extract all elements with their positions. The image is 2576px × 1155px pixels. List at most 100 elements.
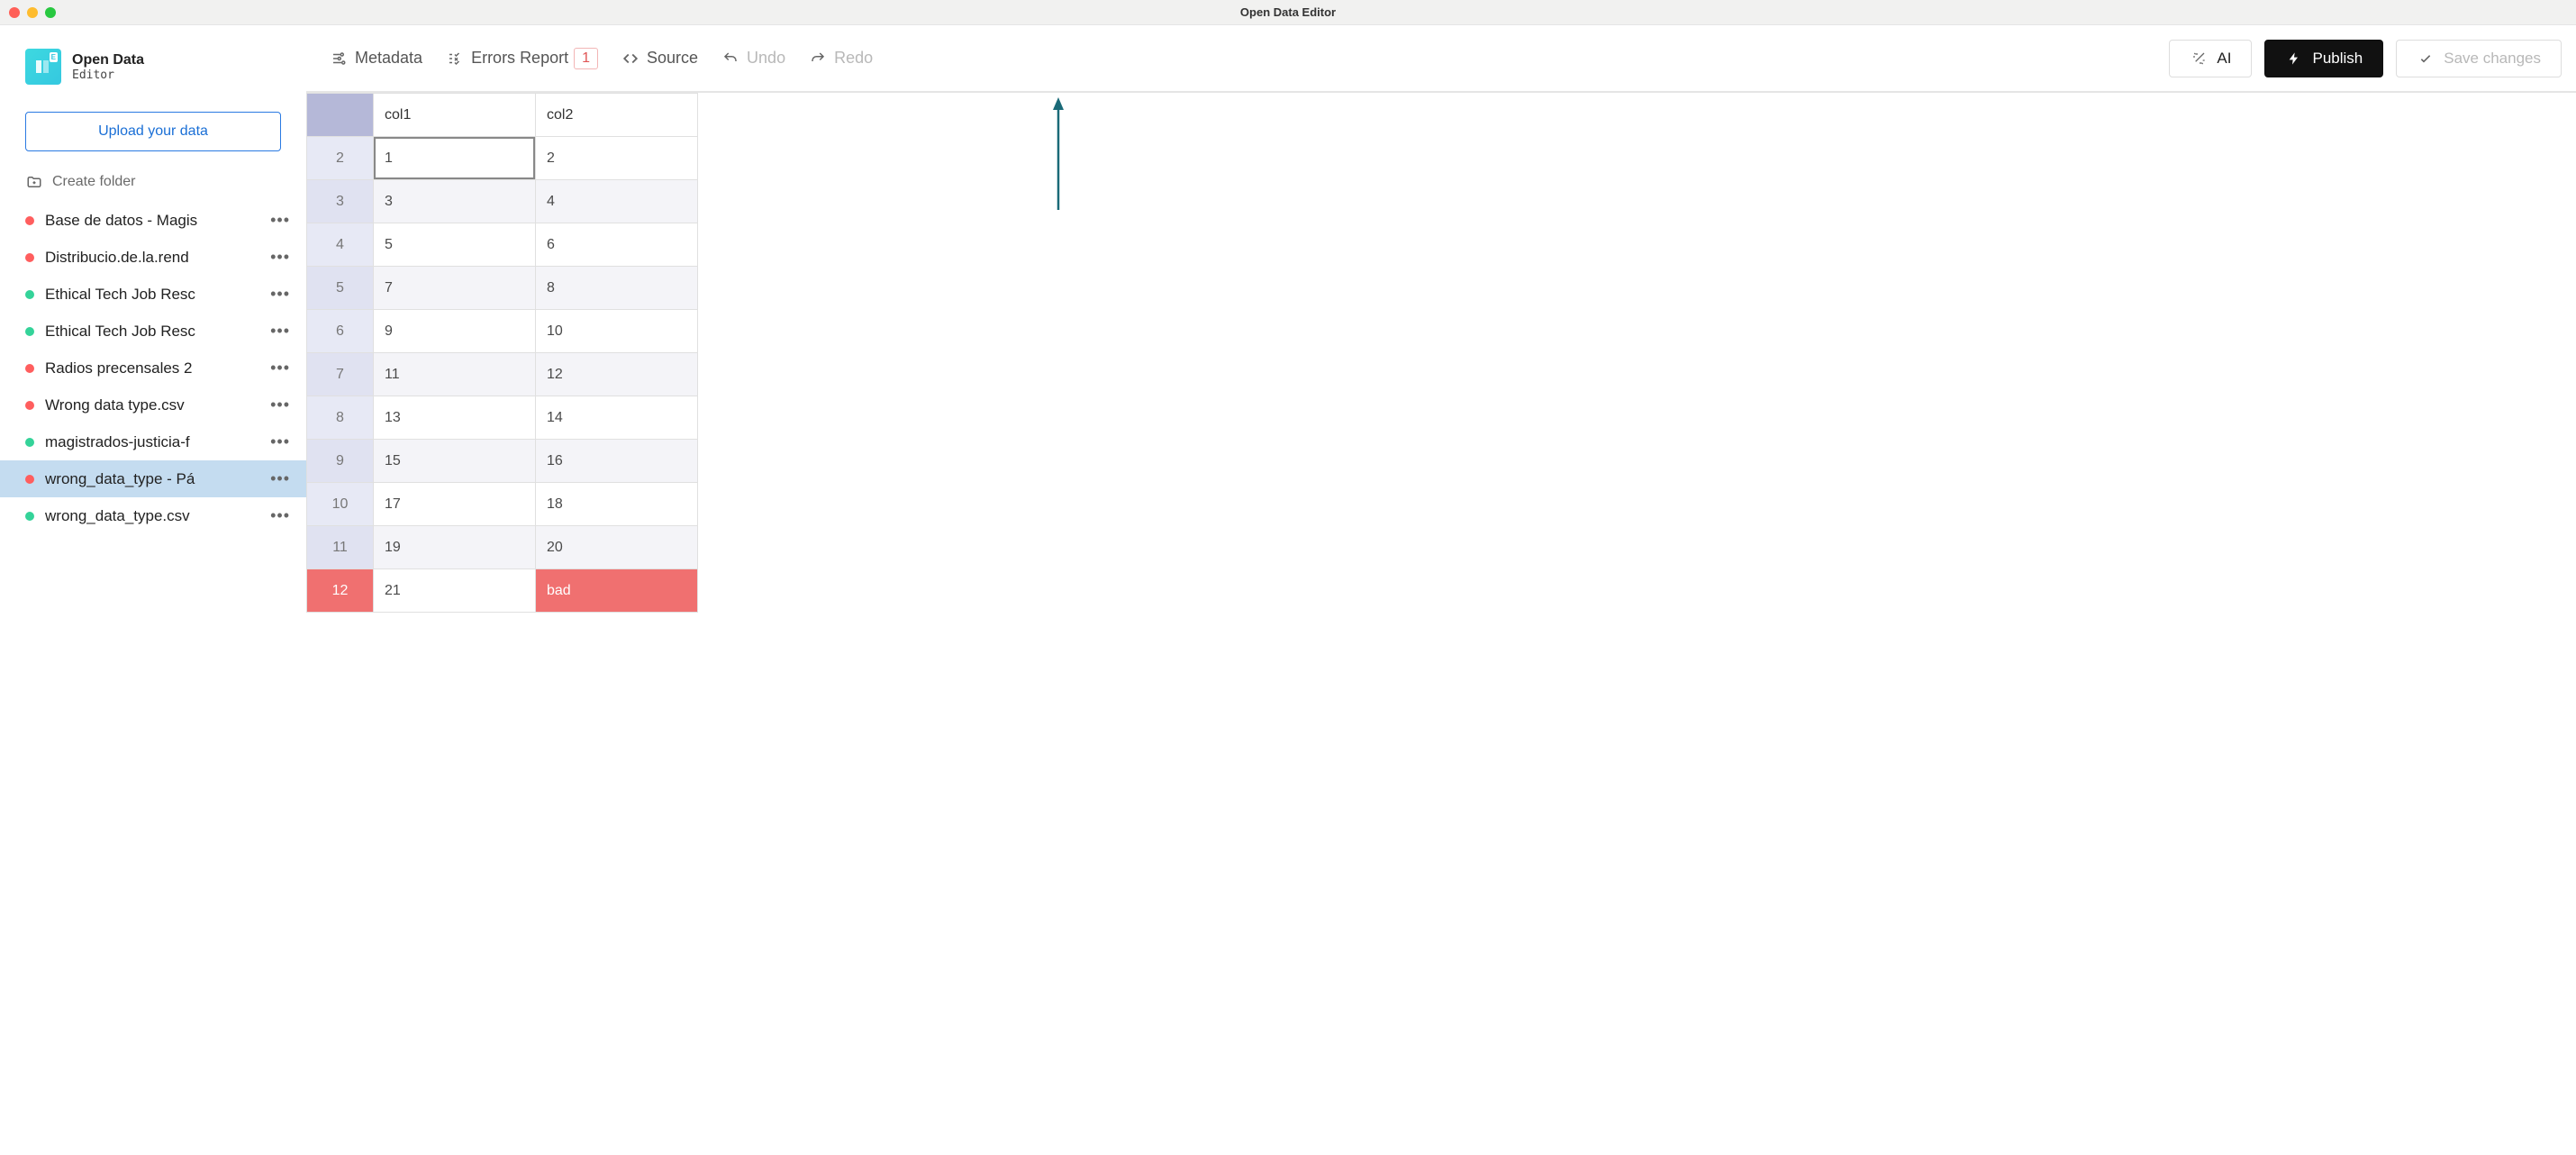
window-controls	[9, 7, 56, 18]
close-window-button[interactable]	[9, 7, 20, 18]
cell[interactable]: 17	[374, 483, 536, 526]
row-number-cell[interactable]: 4	[307, 223, 374, 267]
cell[interactable]: 16	[536, 440, 698, 483]
file-item[interactable]: Base de datos - Magis •••	[0, 202, 306, 239]
table-row: 91516	[307, 440, 698, 483]
column-header[interactable]: col1	[374, 94, 536, 137]
more-icon[interactable]: •••	[270, 322, 290, 341]
window-title: Open Data Editor	[1240, 5, 1336, 19]
cell[interactable]: 7	[374, 267, 536, 310]
minimize-window-button[interactable]	[27, 7, 38, 18]
undo-button[interactable]: Undo	[712, 43, 794, 73]
cell[interactable]: 19	[374, 526, 536, 569]
cell[interactable]: 21	[374, 569, 536, 613]
create-folder-label: Create folder	[52, 174, 136, 190]
more-icon[interactable]: •••	[270, 211, 290, 230]
file-item-label: Radios precensales 2	[45, 359, 259, 377]
row-number-cell[interactable]: 5	[307, 267, 374, 310]
brand-subtitle: Editor	[72, 68, 144, 82]
more-icon[interactable]: •••	[270, 432, 290, 451]
row-number-cell[interactable]: 2	[307, 137, 374, 180]
file-item-label: Distribucio.de.la.rend	[45, 249, 259, 267]
brand: Open Data Editor	[0, 41, 306, 103]
file-item[interactable]: Distribucio.de.la.rend •••	[0, 239, 306, 276]
ai-label: AI	[2217, 50, 2231, 68]
toolbar: Metadata Errors Report 1 Source	[306, 25, 2576, 92]
publish-button[interactable]: Publish	[2264, 40, 2383, 77]
more-icon[interactable]: •••	[270, 396, 290, 414]
cell[interactable]: 3	[374, 180, 536, 223]
file-item-label: Wrong data type.csv	[45, 396, 259, 414]
row-number-cell[interactable]: 10	[307, 483, 374, 526]
errors-report-button[interactable]: Errors Report 1	[437, 42, 607, 75]
cell[interactable]: 10	[536, 310, 698, 353]
maximize-window-button[interactable]	[45, 7, 56, 18]
ai-button[interactable]: AI	[2169, 40, 2252, 77]
status-dot-icon	[25, 364, 34, 373]
cell[interactable]: 8	[536, 267, 698, 310]
cell[interactable]: 4	[536, 180, 698, 223]
table-row: 334	[307, 180, 698, 223]
more-icon[interactable]: •••	[270, 248, 290, 267]
save-changes-label: Save changes	[2444, 50, 2541, 68]
cell[interactable]: 5	[374, 223, 536, 267]
cell[interactable]: 13	[374, 396, 536, 440]
table-row: 111920	[307, 526, 698, 569]
cell[interactable]: 14	[536, 396, 698, 440]
file-item[interactable]: magistrados-justicia-f•••	[0, 423, 306, 460]
row-number-cell[interactable]: 3	[307, 180, 374, 223]
file-item[interactable]: Wrong data type.csv •••	[0, 387, 306, 423]
row-number-cell[interactable]: 9	[307, 440, 374, 483]
file-item[interactable]: Ethical Tech Job Resc•••	[0, 313, 306, 350]
row-number-cell[interactable]: 12	[307, 569, 374, 613]
table-row: 6910	[307, 310, 698, 353]
check-icon	[2417, 50, 2435, 68]
column-header[interactable]: col2	[536, 94, 698, 137]
file-item-label: wrong_data_type - Pá	[45, 470, 259, 488]
redo-label: Redo	[834, 49, 873, 68]
cell[interactable]: bad	[536, 569, 698, 613]
more-icon[interactable]: •••	[270, 285, 290, 304]
cell[interactable]: 12	[536, 353, 698, 396]
upload-button[interactable]: Upload your data	[25, 112, 281, 151]
status-dot-icon	[25, 253, 34, 262]
redo-button[interactable]: Redo	[800, 43, 882, 73]
file-item-label: wrong_data_type.csv	[45, 507, 259, 525]
create-folder-button[interactable]: Create folder	[0, 168, 306, 202]
file-item[interactable]: wrong_data_type.csv •••	[0, 497, 306, 534]
brand-name: Open Data	[72, 52, 144, 68]
table-row: 71112	[307, 353, 698, 396]
cell[interactable]: 18	[536, 483, 698, 526]
source-button[interactable]: Source	[612, 43, 707, 73]
publish-label: Publish	[2312, 50, 2363, 68]
cell[interactable]: 1	[374, 137, 536, 180]
metadata-button[interactable]: Metadata	[321, 43, 431, 73]
more-icon[interactable]: •••	[270, 359, 290, 377]
row-number-cell[interactable]: 6	[307, 310, 374, 353]
file-item-label: Base de datos - Magis	[45, 212, 259, 230]
row-number-cell[interactable]: 11	[307, 526, 374, 569]
status-dot-icon	[25, 216, 34, 225]
file-item[interactable]: wrong_data_type - Pá •••	[0, 460, 306, 497]
titlebar: Open Data Editor	[0, 0, 2576, 25]
cell[interactable]: 11	[374, 353, 536, 396]
cell[interactable]: 15	[374, 440, 536, 483]
table-row: 1221bad	[307, 569, 698, 613]
file-item-label: Ethical Tech Job Resc	[45, 286, 259, 304]
upload-button-label: Upload your data	[98, 123, 208, 139]
redo-icon	[809, 50, 827, 68]
more-icon[interactable]: •••	[270, 469, 290, 488]
cell[interactable]: 6	[536, 223, 698, 267]
row-number-cell[interactable]: 7	[307, 353, 374, 396]
file-item[interactable]: Ethical Tech Job Resc •••	[0, 276, 306, 313]
folder-plus-icon	[25, 173, 43, 191]
cell[interactable]: 9	[374, 310, 536, 353]
row-number-header[interactable]	[307, 94, 374, 137]
cell[interactable]: 20	[536, 526, 698, 569]
file-item[interactable]: Radios precensales 2 •••	[0, 350, 306, 387]
row-number-cell[interactable]: 8	[307, 396, 374, 440]
more-icon[interactable]: •••	[270, 506, 290, 525]
status-dot-icon	[25, 438, 34, 447]
save-changes-button[interactable]: Save changes	[2396, 40, 2562, 77]
cell[interactable]: 2	[536, 137, 698, 180]
